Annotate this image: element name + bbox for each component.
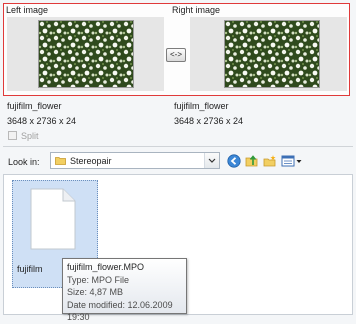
swap-images-button[interactable]: <-> [166, 48, 186, 62]
section-divider [3, 146, 353, 147]
tooltip-date-modified: Date modified: 12.06.2009 19:30 [67, 299, 173, 323]
tooltip-file-size: Size: 4,87 MB [67, 287, 124, 297]
split-label: Split [21, 131, 39, 141]
file-tooltip: fujifilm_flower.MPO Type: MPO File Size:… [62, 258, 187, 322]
back-icon[interactable] [227, 154, 241, 168]
right-image-thumbnail [224, 20, 320, 88]
left-image-thumbnail [38, 20, 134, 88]
left-image-dimensions: 3648 x 2736 x 24 [7, 116, 77, 126]
up-folder-icon[interactable] [245, 154, 259, 168]
look-in-label: Look in: [8, 157, 40, 167]
new-folder-icon[interactable] [263, 154, 277, 168]
view-menu-icon[interactable] [281, 154, 303, 168]
dropdown-chevron-icon[interactable] [204, 153, 219, 168]
tooltip-file-type: Type: MPO File [67, 274, 130, 285]
look-in-value: Stereopair [70, 156, 112, 166]
folder-icon [55, 157, 66, 165]
right-image-dimensions: 3648 x 2736 x 24 [174, 116, 244, 126]
document-icon [30, 188, 76, 250]
tooltip-file-name: fujifilm_flower.MPO [67, 262, 145, 272]
left-image-caption: Left image [6, 5, 51, 15]
right-image-name: fujifilm_flower [174, 101, 229, 111]
look-in-dropdown[interactable]: Stereopair [50, 152, 220, 169]
file-item-label: fujifilm [17, 264, 43, 274]
split-checkbox[interactable] [8, 131, 17, 140]
right-image-caption: Right image [172, 5, 223, 15]
left-image-name: fujifilm_flower [7, 101, 62, 111]
